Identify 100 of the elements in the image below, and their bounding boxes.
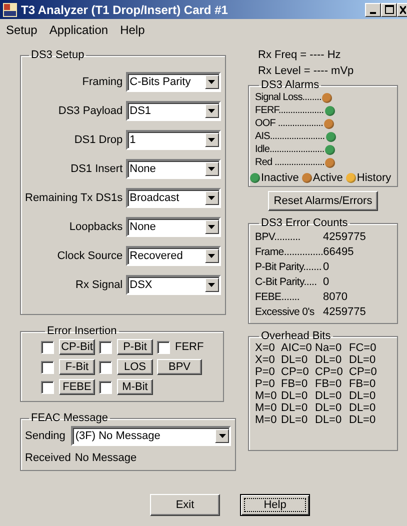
dropdown[interactable]: 1 bbox=[126, 130, 221, 150]
bit-value: M=0 bbox=[255, 390, 278, 402]
bit-value: DL=0 bbox=[281, 390, 309, 402]
alarm-label: FERF................... bbox=[255, 105, 324, 116]
rx-level: Rx Level = ---- mVp bbox=[258, 65, 355, 77]
error-button[interactable]: LOS bbox=[117, 359, 153, 375]
count-label: P-Bit Parity....... bbox=[255, 260, 322, 272]
close-icon[interactable] bbox=[400, 6, 406, 14]
dialog-button[interactable]: Help bbox=[240, 494, 310, 516]
reset-button[interactable]: Reset Alarms/Errors bbox=[268, 191, 378, 211]
checkbox[interactable] bbox=[41, 360, 54, 374]
menu-item[interactable]: Application bbox=[49, 23, 108, 37]
field-label: Framing bbox=[82, 76, 123, 88]
dialog-button[interactable]: Exit bbox=[150, 494, 220, 516]
bit-value: FB=0 bbox=[281, 378, 309, 390]
bit-value: CP=0 bbox=[315, 366, 344, 378]
maximize-icon[interactable] bbox=[384, 5, 394, 14]
bit-value: DL=0 bbox=[315, 354, 343, 366]
bit-value: FB=0 bbox=[315, 378, 343, 390]
count-value: 0 bbox=[323, 276, 330, 288]
bit-value: AIC=0 bbox=[281, 342, 313, 354]
bit-value: DL=0 bbox=[349, 402, 377, 414]
bit-value: P=0 bbox=[255, 378, 276, 390]
received-value: No Message bbox=[74, 452, 137, 464]
count-value: 4259775 bbox=[323, 306, 366, 318]
bit-value: DL=0 bbox=[349, 390, 377, 402]
alarm-label: AIS....................... bbox=[255, 131, 325, 142]
menu-item[interactable]: Help bbox=[120, 23, 145, 37]
count-value: 8070 bbox=[323, 290, 348, 302]
error-button[interactable]: F-Bit bbox=[59, 359, 95, 375]
count-label: Frame............... bbox=[255, 246, 324, 258]
bit-value: DL=0 bbox=[281, 354, 309, 366]
rx-frequency: Rx Freq = ---- Hz bbox=[258, 49, 342, 61]
group-title: DS3 Error Counts bbox=[260, 217, 349, 229]
bit-value: FC=0 bbox=[349, 342, 378, 354]
count-value: 4259775 bbox=[323, 230, 366, 242]
checkbox[interactable] bbox=[41, 340, 54, 354]
field-label: Received bbox=[25, 452, 71, 464]
error-button[interactable]: P-Bit bbox=[117, 339, 153, 355]
error-button[interactable]: CP-Bit bbox=[59, 339, 95, 355]
field-label: Sending bbox=[25, 430, 66, 442]
bit-value: M=0 bbox=[255, 402, 278, 414]
bit-value: DL=0 bbox=[349, 354, 377, 366]
app-icon bbox=[3, 2, 17, 16]
alarm-label: Signal Loss........ bbox=[255, 92, 322, 103]
dropdown[interactable]: None bbox=[126, 217, 221, 237]
count-label: FEBE....... bbox=[255, 290, 301, 302]
menu-item[interactable]: Setup bbox=[6, 23, 38, 37]
dropdown[interactable]: DS1 bbox=[126, 101, 221, 121]
checkbox[interactable] bbox=[99, 380, 112, 394]
checkbox-label[interactable]: FERF bbox=[175, 341, 204, 353]
checkbox[interactable] bbox=[41, 380, 54, 394]
count-value: 66495 bbox=[323, 246, 354, 258]
dropdown[interactable]: C-Bits Parity bbox=[126, 72, 221, 92]
alarm-label: Idle....................... bbox=[255, 144, 324, 155]
group-title: DS3 Alarms bbox=[260, 79, 320, 91]
bit-value: X=0 bbox=[255, 342, 276, 354]
count-label: BPV.......... bbox=[255, 230, 302, 242]
close-button[interactable] bbox=[397, 2, 407, 16]
maximize-button[interactable] bbox=[381, 2, 397, 16]
group-title: DS3 Setup bbox=[30, 49, 86, 61]
legend-label: History bbox=[356, 172, 392, 184]
count-value: 0 bbox=[323, 260, 330, 272]
bit-value: FB=0 bbox=[349, 378, 377, 390]
count-label: C-Bit Parity..... bbox=[255, 276, 318, 288]
bit-value: DL=0 bbox=[315, 390, 343, 402]
checkbox[interactable] bbox=[157, 340, 170, 354]
error-button[interactable]: FEBE bbox=[59, 379, 95, 395]
bit-value: M=0 bbox=[255, 414, 278, 426]
bit-value: Na=0 bbox=[315, 342, 343, 354]
dropdown[interactable]: Recovered bbox=[126, 246, 221, 266]
bit-value: CP=0 bbox=[281, 366, 310, 378]
alarm-label: Red ..................... bbox=[255, 157, 324, 168]
dropdown[interactable]: None bbox=[126, 159, 221, 179]
field-label: Clock Source bbox=[57, 250, 123, 262]
error-button[interactable]: BPV bbox=[157, 359, 202, 375]
field-label: DS1 Insert bbox=[70, 163, 123, 175]
legend-label: Inactive bbox=[261, 172, 299, 184]
group-title: FEAC Message bbox=[30, 412, 110, 424]
field-label: Remaining Tx DS1s bbox=[25, 192, 123, 204]
bit-value: DL=0 bbox=[281, 414, 309, 426]
dropdown[interactable]: Broadcast bbox=[126, 188, 221, 208]
group-title: Overhead Bits bbox=[260, 330, 332, 342]
count-label: Excessive 0's bbox=[255, 306, 316, 318]
checkbox[interactable] bbox=[99, 360, 112, 374]
dropdown[interactable]: DSX bbox=[126, 275, 221, 295]
bit-value: DL=0 bbox=[315, 414, 343, 426]
field-label: DS3 Payload bbox=[58, 105, 123, 117]
bit-value: DL=0 bbox=[281, 402, 309, 414]
alarm-label: OOF ................... bbox=[255, 118, 324, 129]
window-title: T3 Analyzer (T1 Drop/Insert) Card #1 bbox=[21, 2, 229, 16]
minimize-button[interactable] bbox=[365, 2, 381, 16]
group-title: Error Insertion bbox=[46, 325, 118, 337]
field-label: Loopbacks bbox=[69, 221, 123, 233]
field-label: Rx Signal bbox=[76, 279, 123, 291]
checkbox[interactable] bbox=[99, 340, 112, 354]
error-button[interactable]: M-Bit bbox=[117, 379, 153, 395]
dropdown[interactable]: (3F) No Message bbox=[71, 426, 232, 446]
bit-value: DL=0 bbox=[349, 414, 377, 426]
legend-label: Active bbox=[312, 172, 343, 184]
